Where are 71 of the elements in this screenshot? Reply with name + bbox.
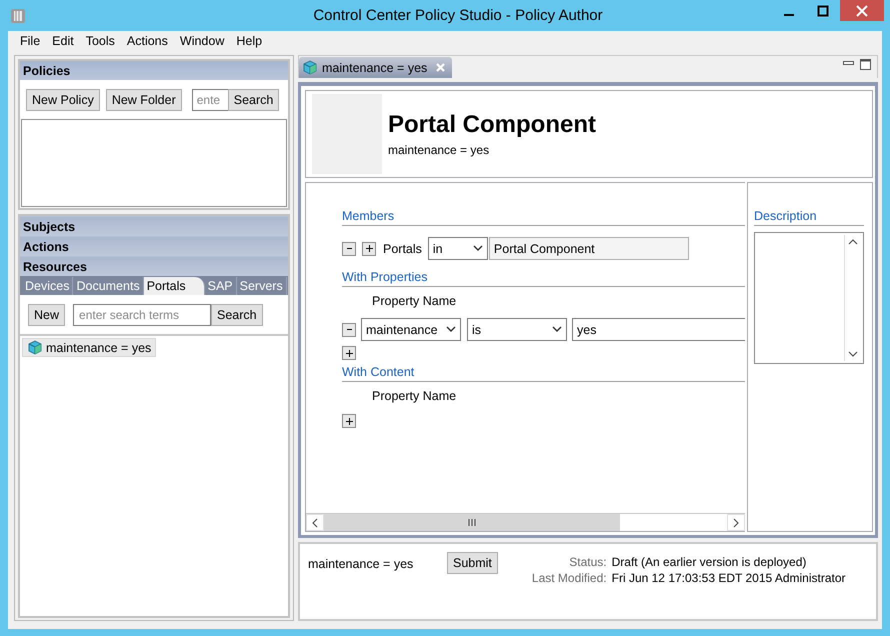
maximize-icon xyxy=(817,4,829,16)
search-button[interactable]: Search xyxy=(211,304,263,326)
value-field[interactable]: yes xyxy=(572,318,745,341)
cube-icon xyxy=(27,340,43,355)
menu-item[interactable]: File xyxy=(14,34,46,48)
toolbar-button[interactable]: New Policy xyxy=(26,89,100,111)
section-title: With Properties xyxy=(342,270,745,287)
search-button[interactable]: Search xyxy=(228,89,280,111)
tab[interactable]: Devices xyxy=(22,277,74,295)
column-header: Property Name xyxy=(371,294,458,308)
tab[interactable]: Servers xyxy=(236,277,287,295)
arrow-right-icon xyxy=(733,518,739,528)
modified-value: Fri Jun 12 17:03:53 EDT 2015 Administrator xyxy=(612,571,846,585)
tab[interactable]: Portals xyxy=(144,277,205,295)
menu-item[interactable]: Window xyxy=(174,34,230,48)
close-icon xyxy=(435,62,446,73)
arrow-left-icon xyxy=(312,518,318,528)
section-header[interactable]: Actions xyxy=(20,236,288,256)
status-value: Draft (An earlier version is deployed) xyxy=(612,555,808,569)
operator-dropdown[interactable]: is xyxy=(467,318,567,341)
section-header[interactable]: Resources xyxy=(20,256,288,276)
component-subtitle: maintenance = yes xyxy=(388,143,490,157)
property-dropdown[interactable]: maintenance xyxy=(361,318,461,341)
tab[interactable]: SAP xyxy=(204,277,237,295)
arrow-up-icon xyxy=(848,239,858,245)
description-field[interactable] xyxy=(754,232,864,364)
operator-dropdown[interactable]: in xyxy=(428,237,488,260)
field-label: Status: xyxy=(568,555,607,569)
component-title: Portal Component xyxy=(388,111,596,139)
plus-icon xyxy=(364,244,374,253)
submit-button[interactable]: Submit xyxy=(447,552,498,574)
menu-item[interactable]: Help xyxy=(230,34,268,48)
menu-item[interactable]: Actions xyxy=(120,34,174,48)
add-button[interactable] xyxy=(342,414,356,428)
panel-header: Policies xyxy=(20,61,288,80)
plus-icon xyxy=(344,348,354,358)
value-field[interactable]: Portal Component xyxy=(488,237,689,260)
search-field[interactable]: ente xyxy=(192,89,230,111)
search-field[interactable]: enter search terms xyxy=(73,304,212,326)
chevron-down-icon xyxy=(552,326,562,333)
window-title: Control Center Policy Studio - Policy Author xyxy=(313,7,603,24)
close-button[interactable] xyxy=(840,0,884,21)
cube-icon xyxy=(302,60,318,75)
section-header[interactable]: Subjects xyxy=(20,216,288,236)
section-title: With Content xyxy=(342,365,745,382)
editor-tab[interactable]: maintenance = yes xyxy=(299,57,452,78)
field-label: Portals xyxy=(383,242,422,256)
toolbar-button[interactable]: New Folder xyxy=(106,89,182,111)
menu-item[interactable]: Edit xyxy=(46,34,80,48)
arrow-down-icon xyxy=(848,351,858,357)
section-title: Members xyxy=(342,209,745,226)
chevron-down-icon xyxy=(472,245,483,252)
app-icon xyxy=(10,7,26,24)
section-title: Description xyxy=(754,209,864,226)
field-label: Last Modified: xyxy=(532,571,607,585)
column-header: Property Name xyxy=(371,389,458,403)
policy-name: maintenance = yes xyxy=(308,557,414,571)
close-icon xyxy=(856,4,868,16)
maximize-icon xyxy=(860,59,871,70)
grip-icon xyxy=(468,519,476,526)
new-button[interactable]: New xyxy=(28,304,66,326)
menu-item[interactable]: Tools xyxy=(80,34,121,48)
resource-item[interactable]: maintenance = yes xyxy=(22,338,156,357)
remove-button[interactable] xyxy=(342,242,356,256)
chevron-down-icon xyxy=(446,326,456,333)
plus-icon xyxy=(344,416,354,426)
add-button[interactable] xyxy=(342,346,356,360)
horizontal-scrollbar[interactable] xyxy=(306,513,745,531)
minimize-icon xyxy=(784,14,794,16)
remove-button[interactable] xyxy=(342,322,356,336)
add-button[interactable] xyxy=(362,242,376,256)
